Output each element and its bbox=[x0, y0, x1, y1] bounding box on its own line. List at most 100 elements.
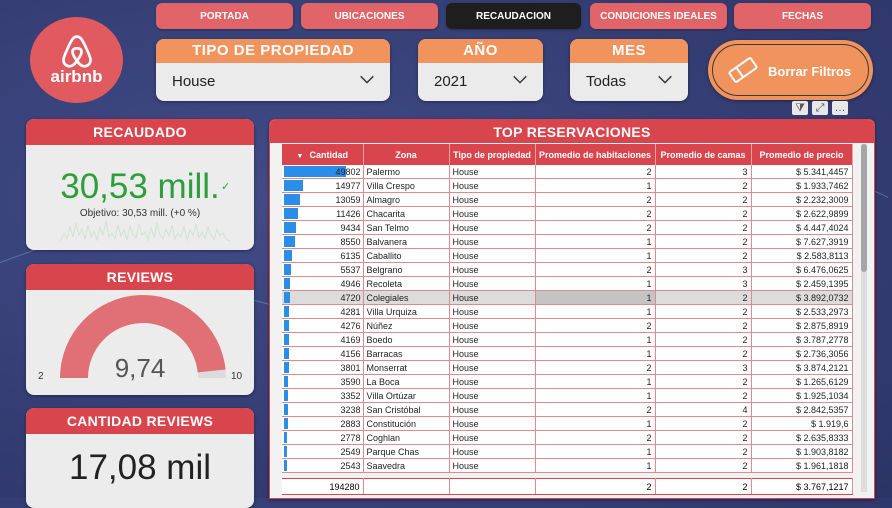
cell-camas: 2 bbox=[655, 444, 752, 459]
cell-tipo: House bbox=[449, 234, 536, 249]
cell-zona: Chacarita bbox=[363, 206, 450, 221]
table-row[interactable]: 2883 Constitución House 1 2 $ 1.919,6 bbox=[282, 416, 853, 431]
data-bar bbox=[284, 194, 301, 205]
focus-mode-icon[interactable]: ⤢ bbox=[812, 101, 828, 115]
data-bar bbox=[284, 278, 291, 289]
tab-ubicaciones[interactable]: UBICACIONES bbox=[301, 3, 438, 29]
cantidad-value: 2883 bbox=[340, 418, 361, 429]
table-row[interactable]: 49802 Palermo House 2 3 $ 5.341,4457 bbox=[282, 165, 853, 179]
cantidad-value: 13059 bbox=[335, 194, 361, 205]
table-row[interactable]: 2778 Coghlan House 2 2 $ 2.635,8333 bbox=[282, 430, 853, 445]
chevron-down-icon[interactable] bbox=[511, 70, 529, 88]
total-precio: $ 3.767,1217 bbox=[751, 478, 853, 495]
table-row[interactable]: 4946 Recoleta House 1 3 $ 2.459,1395 bbox=[282, 276, 853, 291]
table-row[interactable]: 2549 Parque Chas House 1 2 $ 1.903,8182 bbox=[282, 444, 853, 459]
cell-precio: $ 7.627,3919 bbox=[751, 234, 853, 249]
column-header-tipo[interactable]: Tipo de propiedad bbox=[449, 144, 536, 165]
cell-precio: $ 2.459,1395 bbox=[751, 276, 853, 291]
data-bar bbox=[284, 292, 290, 303]
cell-precio: $ 2.875,8919 bbox=[751, 318, 853, 333]
table-row[interactable]: 5537 Belgrano House 2 3 $ 6.476,0625 bbox=[282, 262, 853, 277]
cell-precio: $ 2.622,9899 bbox=[751, 206, 853, 221]
table-row[interactable]: 9434 San Telmo House 2 2 $ 4.447,4024 bbox=[282, 220, 853, 235]
tab-fechas[interactable]: FECHAS bbox=[734, 3, 871, 29]
cell-tipo: House bbox=[449, 178, 536, 193]
cell-precio: $ 3.787,2778 bbox=[751, 332, 853, 347]
table-row[interactable]: 4720 Colegiales House 1 2 $ 3.892,0732 bbox=[282, 290, 853, 305]
more-options-icon[interactable]: … bbox=[832, 101, 848, 115]
filter-value: Todas bbox=[586, 73, 627, 90]
cell-tipo: House bbox=[449, 248, 536, 263]
cantidad-value: 4169 bbox=[340, 334, 361, 345]
cell-tipo: House bbox=[449, 276, 536, 291]
table-row[interactable]: 8550 Balvanera House 1 2 $ 7.627,3919 bbox=[282, 234, 853, 249]
cantidad-value: 4720 bbox=[340, 292, 361, 303]
table-row[interactable]: 11426 Chacarita House 2 2 $ 2.622,9899 bbox=[282, 206, 853, 221]
table-row[interactable]: 4169 Boedo House 1 2 $ 3.787,2778 bbox=[282, 332, 853, 347]
table-row[interactable]: 13059 Almagro House 2 2 $ 2.232,3009 bbox=[282, 192, 853, 207]
data-bar bbox=[284, 208, 299, 219]
filter-tipo-propiedad[interactable]: TIPO DE PROPIEDAD House bbox=[156, 39, 390, 101]
table-row[interactable]: 4156 Barracas House 1 2 $ 2.736,3056 bbox=[282, 346, 853, 361]
card-title: CANTIDAD REVIEWS bbox=[26, 408, 254, 434]
clear-filters-button[interactable]: Borrar Filtros bbox=[708, 40, 873, 100]
cell-cantidad: 4276 bbox=[282, 318, 364, 333]
tab-condiciones-ideales[interactable]: CONDICIONES IDEALES bbox=[590, 3, 727, 29]
data-bar bbox=[284, 362, 289, 373]
tab-recaudacion[interactable]: RECAUDACION bbox=[446, 3, 581, 29]
sort-desc-icon: ▼ bbox=[296, 152, 304, 160]
cell-habitaciones: 1 bbox=[535, 388, 656, 403]
cantidad-value: 4281 bbox=[340, 306, 361, 317]
cell-tipo: House bbox=[449, 458, 536, 473]
cell-camas: 2 bbox=[655, 458, 752, 473]
data-bar bbox=[284, 222, 296, 233]
cell-camas: 3 bbox=[655, 165, 752, 179]
data-bar bbox=[284, 404, 289, 415]
cell-cantidad: 6135 bbox=[282, 248, 364, 263]
cell-zona: Villa Ortúzar bbox=[363, 388, 450, 403]
cell-precio: $ 2.842,5357 bbox=[751, 402, 853, 417]
cantidad-value: 3238 bbox=[340, 404, 361, 415]
column-header-habitaciones[interactable]: Promedio de habitaciones bbox=[535, 144, 656, 165]
cell-habitaciones: 2 bbox=[535, 165, 656, 179]
column-header-camas[interactable]: Promedio de camas bbox=[655, 144, 752, 165]
table-row[interactable]: 4276 Núñez House 2 2 $ 2.875,8919 bbox=[282, 318, 853, 333]
cell-zona: Coghlan bbox=[363, 430, 450, 445]
cell-camas: 2 bbox=[655, 332, 752, 347]
airbnb-logo: airbnb bbox=[30, 17, 123, 103]
filter-value: 2021 bbox=[434, 73, 468, 90]
cell-cantidad: 4946 bbox=[282, 276, 364, 291]
column-header-cantidad[interactable]: ▼ Cantidad bbox=[282, 144, 364, 165]
filter-icon[interactable]: ⧩ bbox=[792, 101, 808, 115]
table-row[interactable]: 3238 San Cristóbal House 2 4 $ 2.842,5357 bbox=[282, 402, 853, 417]
chevron-down-icon[interactable] bbox=[358, 70, 376, 88]
cell-habitaciones: 2 bbox=[535, 318, 656, 333]
cell-zona: Villa Urquiza bbox=[363, 304, 450, 319]
filter-anio[interactable]: AÑO 2021 bbox=[418, 39, 543, 101]
table-row[interactable]: 6135 Caballito House 1 2 $ 2.583,8113 bbox=[282, 248, 853, 263]
column-header-precio[interactable]: Promedio de precio bbox=[751, 144, 853, 165]
table-row[interactable]: 3801 Monserrat House 2 3 $ 3.874,2121 bbox=[282, 360, 853, 375]
table-row[interactable]: 4281 Villa Urquiza House 1 2 $ 2.533,2973 bbox=[282, 304, 853, 319]
top-reservaciones-panel: TOP RESERVACIONES ▼ Cantidad Zona Tipo de… bbox=[269, 119, 875, 499]
cell-zona: Belgrano bbox=[363, 262, 450, 277]
filter-title: AÑO bbox=[418, 39, 543, 63]
column-header-zona[interactable]: Zona bbox=[363, 144, 450, 165]
table-totals-row: 194280 2 2 $ 3.767,1217 bbox=[282, 478, 853, 495]
cell-camas: 2 bbox=[655, 416, 752, 431]
cell-cantidad: 2883 bbox=[282, 416, 364, 431]
table-scrollbar[interactable] bbox=[861, 144, 867, 492]
table-row[interactable]: 3590 La Boca House 1 2 $ 1.265,6129 bbox=[282, 374, 853, 389]
reviews-value: 9,74 bbox=[114, 353, 166, 383]
filter-mes[interactable]: MES Todas bbox=[570, 39, 688, 101]
recaudado-value: 30,53 mill. bbox=[60, 167, 220, 206]
cell-cantidad: 4169 bbox=[282, 332, 364, 347]
table-row[interactable]: 2543 Saavedra House 1 2 $ 1.961,1818 bbox=[282, 458, 853, 473]
table-row[interactable]: 14977 Villa Crespo House 1 2 $ 1.933,7462 bbox=[282, 178, 853, 193]
table-row[interactable]: 3352 Villa Ortúzar House 1 2 $ 1.925,1034 bbox=[282, 388, 853, 403]
cell-cantidad: 49802 bbox=[282, 165, 364, 179]
tab-portada[interactable]: PORTADA bbox=[156, 3, 293, 29]
scrollbar-thumb[interactable] bbox=[861, 144, 867, 272]
chevron-down-icon[interactable] bbox=[656, 70, 674, 88]
cell-tipo: House bbox=[449, 416, 536, 431]
